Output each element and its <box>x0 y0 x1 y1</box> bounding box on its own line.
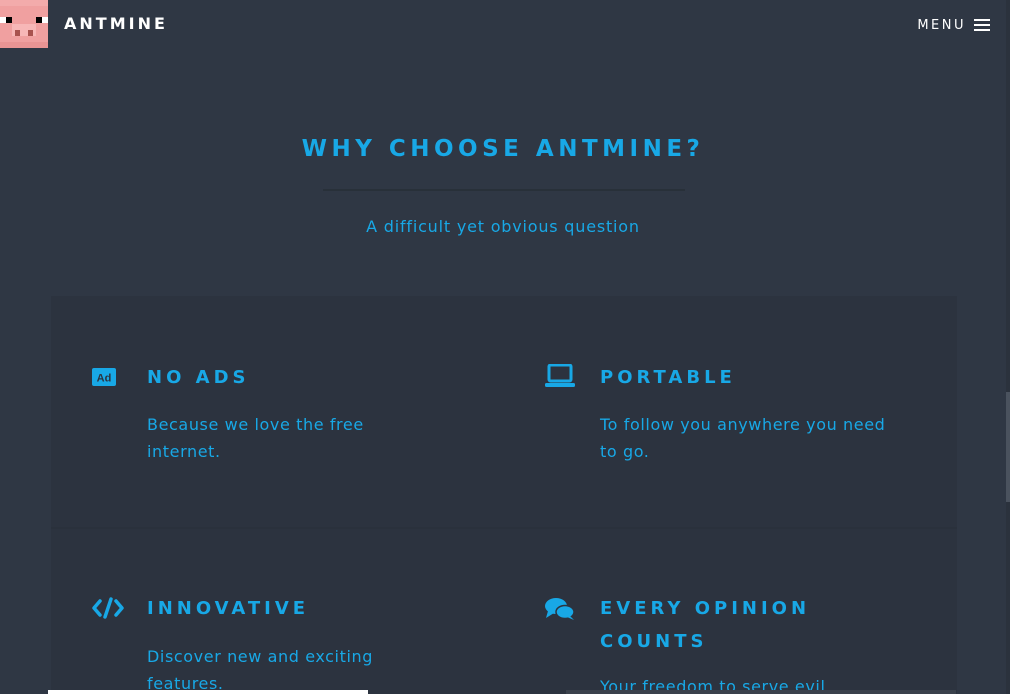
comments-icon <box>545 598 575 620</box>
section-title: WHY CHOOSE ANTMINE? <box>301 136 705 162</box>
bottom-shadow-bar <box>566 690 956 694</box>
feature-title: NO ADS <box>147 367 250 388</box>
section-subtitle: A difficult yet obvious question <box>366 217 640 236</box>
pig-face-icon[interactable] <box>0 0 48 48</box>
top-navbar: ANTMINE MENU <box>0 0 1010 48</box>
feature-title: INNOVATIVE <box>147 598 310 619</box>
scrollbar-thumb[interactable] <box>1006 392 1010 502</box>
ad-icon: Ad <box>92 368 116 386</box>
feature-title: PORTABLE <box>600 367 736 388</box>
feature-text: Discover new and exciting features. <box>147 647 374 693</box>
menu-label: MENU <box>917 17 966 33</box>
feature-title: EVERY OPINION COUNTS <box>600 598 811 652</box>
feature-text: Because we love the free internet. <box>147 415 364 461</box>
scrollbar-track[interactable] <box>1006 0 1010 694</box>
title-divider <box>323 189 685 191</box>
features-row-divider <box>51 527 957 529</box>
bottom-highlight-bar <box>48 690 368 694</box>
svg-text:Ad: Ad <box>97 373 112 385</box>
hamburger-icon <box>974 19 990 31</box>
page: ANTMINE MENU WHY CHOOSE ANTMINE? A diffi… <box>0 0 1010 694</box>
code-icon <box>92 597 124 619</box>
menu-button[interactable]: MENU <box>917 14 990 36</box>
feature-text: To follow you anywhere you need to go. <box>600 415 886 461</box>
laptop-icon <box>545 364 575 387</box>
brand-link[interactable]: ANTMINE <box>64 13 168 35</box>
